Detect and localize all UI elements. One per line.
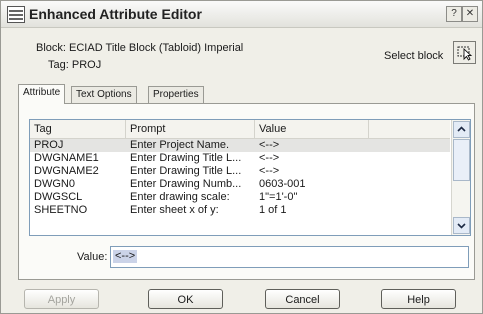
help-button[interactable]: Help: [381, 289, 456, 309]
column-header-prompt[interactable]: Prompt: [126, 120, 255, 138]
row-value: 1 of 1: [259, 204, 287, 216]
select-object-icon: [457, 46, 473, 61]
apply-button[interactable]: Apply: [24, 289, 99, 309]
tab-attribute[interactable]: Attribute: [18, 84, 66, 104]
row-prompt: Enter Drawing Numb...: [130, 178, 242, 190]
chevron-up-icon: [457, 126, 466, 132]
table-row[interactable]: SHEETNO Enter sheet x of y: 1 of 1: [30, 204, 450, 217]
tag-label: Tag:: [48, 59, 69, 71]
row-prompt: Enter drawing scale:: [130, 191, 230, 203]
app-icon: [7, 6, 25, 23]
window-title: Enhanced Attribute Editor: [29, 6, 202, 22]
block-label: Block:: [36, 42, 66, 54]
enhanced-attribute-editor-dialog: Enhanced Attribute Editor ? ✕ Block: ECI…: [0, 0, 483, 314]
column-header-tag[interactable]: Tag: [30, 120, 126, 138]
block-value: ECIAD Title Block (Tabloid) Imperial: [69, 42, 244, 54]
column-header-value[interactable]: Value: [255, 120, 369, 138]
close-button[interactable]: ✕: [462, 6, 478, 22]
row-prompt: Enter Drawing Title L...: [130, 152, 242, 164]
scroll-up-button[interactable]: [453, 121, 470, 138]
row-value: 0603-001: [259, 178, 306, 190]
table-row[interactable]: DWGNAME1 Enter Drawing Title L... <-->: [30, 152, 450, 165]
row-prompt: Enter Drawing Title L...: [130, 165, 242, 177]
scroll-down-button[interactable]: [453, 217, 470, 234]
ok-button[interactable]: OK: [148, 289, 223, 309]
tag-value: PROJ: [71, 59, 102, 71]
row-value: <-->: [259, 165, 280, 177]
row-tag: SHEETNO: [34, 204, 88, 216]
chevron-down-icon: [457, 223, 466, 229]
row-prompt: Enter sheet x of y:: [130, 204, 219, 216]
row-value: 1"=1'-0": [259, 191, 298, 203]
row-tag: DWGNAME1: [34, 152, 99, 164]
help-title-button[interactable]: ?: [446, 6, 462, 22]
title-bar[interactable]: Enhanced Attribute Editor ? ✕: [1, 1, 482, 28]
row-tag: DWGN0: [34, 178, 75, 190]
block-info: Block: ECIAD Title Block (Tabloid) Imper…: [36, 42, 243, 54]
table-row[interactable]: PROJ Enter Project Name. <-->: [30, 139, 450, 152]
row-tag: DWGSCL: [34, 191, 83, 203]
row-prompt: Enter Project Name.: [130, 139, 230, 151]
scroll-thumb[interactable]: [453, 139, 470, 181]
value-label: Value:: [77, 251, 108, 263]
table-row[interactable]: DWGSCL Enter drawing scale: 1"=1'-0": [30, 191, 450, 204]
select-block-button[interactable]: [453, 41, 476, 64]
attribute-list[interactable]: Tag Prompt Value PROJ Enter Project Name…: [29, 119, 471, 236]
tag-info: Tag: PROJ: [48, 59, 101, 71]
vertical-scrollbar[interactable]: [451, 120, 470, 235]
tab-properties[interactable]: Properties: [148, 86, 204, 103]
tab-text-options[interactable]: Text Options: [71, 86, 137, 103]
row-value: <-->: [259, 152, 280, 164]
list-header: Tag Prompt Value: [30, 120, 450, 139]
table-row[interactable]: DWGNAME2 Enter Drawing Title L... <-->: [30, 165, 450, 178]
cancel-button[interactable]: Cancel: [265, 289, 340, 309]
value-input[interactable]: <-->: [110, 246, 469, 268]
row-tag: DWGNAME2: [34, 165, 99, 177]
select-block-label: Select block: [384, 50, 444, 62]
value-input-text: <-->: [113, 250, 138, 263]
table-row[interactable]: DWGN0 Enter Drawing Numb... 0603-001: [30, 178, 450, 191]
row-tag: PROJ: [34, 139, 64, 151]
list-rows: PROJ Enter Project Name. <--> DWGNAME1 E…: [30, 139, 450, 217]
row-value: <-->: [259, 139, 280, 151]
